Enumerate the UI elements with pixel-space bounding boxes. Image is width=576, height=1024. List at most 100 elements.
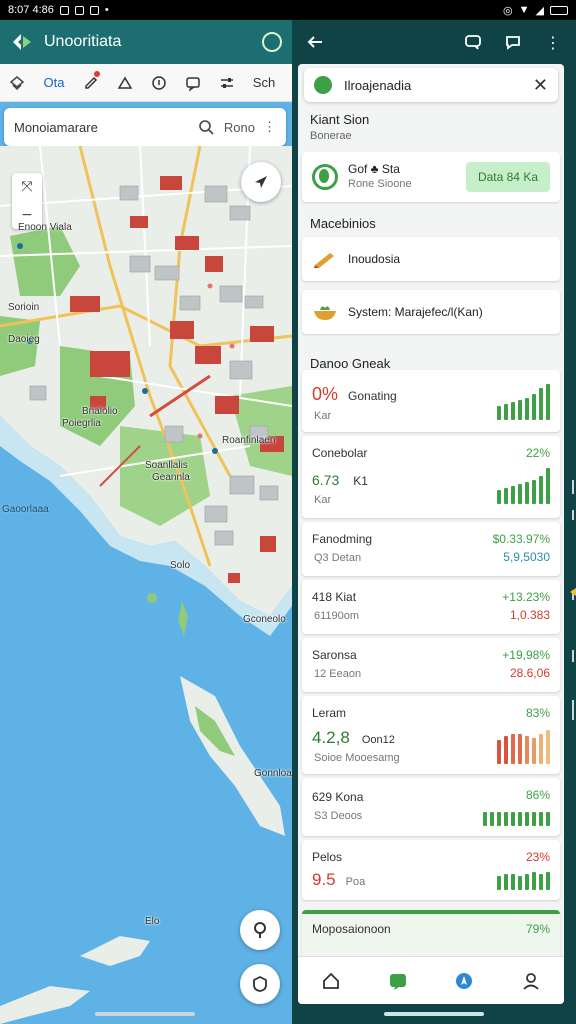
- gesture-bar: [95, 1012, 195, 1016]
- map-label: Solo: [170, 560, 191, 571]
- search-icon[interactable]: [198, 119, 214, 135]
- metric-card[interactable]: Conebolar 22% 6.73 K1 Kar: [302, 436, 560, 518]
- tool-ota[interactable]: Ota: [34, 64, 74, 102]
- comment-tool[interactable]: [176, 64, 210, 102]
- back-arrow-icon[interactable]: [306, 33, 324, 51]
- zoom-control: ⤧ −: [12, 173, 42, 229]
- chat-icon[interactable]: [464, 33, 482, 51]
- metric-sub: 61190om: [314, 610, 360, 622]
- status-bar: 8:07 4:86 • ◎ ▼ ◢: [0, 0, 576, 20]
- leaf-icon: [312, 164, 338, 190]
- dashboard-heading: Danoo Gneak: [310, 356, 391, 371]
- metric-card[interactable]: Saronsa 12 Eeaon +19,98% 28.6,06: [302, 638, 560, 692]
- draw-tool[interactable]: [74, 64, 108, 102]
- nav-home[interactable]: [320, 970, 342, 992]
- metric-sub: Kar: [314, 494, 332, 506]
- location-pin-icon: [254, 922, 266, 938]
- metric-card[interactable]: 0% Gonating Kar: [302, 370, 560, 432]
- metric-bars: [497, 464, 550, 504]
- info-tool[interactable]: [142, 64, 176, 102]
- more-vert-icon[interactable]: ⋮: [263, 119, 276, 135]
- edge-handle: [570, 480, 576, 720]
- metric-title: Moposaionoon: [312, 922, 391, 936]
- metric-percent: 23%: [525, 850, 550, 864]
- close-icon[interactable]: ✕: [533, 75, 548, 96]
- metric-bars: [497, 870, 550, 890]
- metric-label: Poa: [345, 876, 366, 888]
- tool-sch[interactable]: Sch: [244, 64, 284, 102]
- metric-sub: Q3 Detan: [314, 552, 362, 564]
- wifi-icon: ▼: [518, 4, 530, 16]
- map-app-bar: Unooritiata: [0, 20, 292, 64]
- metric-title: Fanodming: [312, 532, 373, 546]
- metric-card[interactable]: Pelos 23% 9.5 Poa: [302, 840, 560, 900]
- screen: 8:07 4:86 • ◎ ▼ ◢ Unooritiata Ota Sch Mo…: [0, 0, 576, 1024]
- settings-icon[interactable]: [262, 32, 282, 52]
- map-label: Geannla: [152, 472, 190, 483]
- tool-ota-label: Ota: [43, 75, 65, 90]
- metric-title: Saronsa: [312, 648, 357, 662]
- metric-card[interactable]: Moposaionoon 79%: [302, 910, 560, 960]
- data-button[interactable]: Data 84 Ka: [465, 162, 550, 192]
- menu-item-label: System: Marajefec/l(Kan): [348, 305, 483, 319]
- comment-icon[interactable]: [504, 33, 522, 51]
- navigate-icon: [456, 972, 473, 989]
- place-card[interactable]: Ilroajenadia ✕: [304, 68, 558, 102]
- map-label: Enoon Viala: [18, 222, 72, 233]
- details-pane: ⋮ Ilroajenadia ✕ Kiant Sion Bonerae Gof …: [292, 20, 576, 1024]
- status-card: Gof ♣ Sta Rone Sioone Data 84 Ka: [302, 152, 560, 202]
- location-title: Kiant Sion: [310, 112, 370, 127]
- nav-profile[interactable]: [520, 970, 542, 992]
- dot-icon: •: [104, 4, 109, 16]
- map-label: Elo: [145, 916, 160, 927]
- metric-label: Oon12: [361, 734, 395, 746]
- sliders-icon: [221, 77, 233, 88]
- zoom-out-icon[interactable]: −: [21, 207, 33, 223]
- metric-title: 629 Kona: [312, 790, 364, 804]
- metric-card[interactable]: 629 Kona S3 Deoos 86%: [302, 778, 560, 836]
- info-icon: [152, 75, 166, 90]
- layers-tool[interactable]: [0, 64, 34, 102]
- metric-card[interactable]: Leram 83% 4.2,8 Oon12 Soioe Mooesamg: [302, 696, 560, 774]
- compass-button[interactable]: [241, 162, 281, 202]
- metric-bars: [497, 724, 550, 764]
- metric-value: 4.2,8: [312, 728, 350, 747]
- metric-card[interactable]: 418 Kiat 61190om +13.23% 1,0.383: [302, 580, 560, 634]
- map-label: Roanfinlaen: [222, 435, 276, 446]
- map-toolbar: Ota Sch: [0, 64, 292, 102]
- metric-percent: +19,98%: [502, 648, 550, 662]
- flower-icon: [314, 76, 332, 94]
- metric-value: 0%: [312, 384, 339, 404]
- gesture-bar: [384, 1012, 484, 1016]
- nav-messages[interactable]: [387, 970, 409, 992]
- metric-value: 6.73: [312, 472, 340, 488]
- map-search-input[interactable]: Monoiamarare: [14, 120, 198, 135]
- layers-button[interactable]: [240, 964, 280, 1004]
- fullscreen-icon[interactable]: ⤧: [21, 179, 32, 195]
- search-filter-label[interactable]: Rono: [224, 120, 255, 135]
- place-title: Ilroajenadia: [344, 77, 412, 93]
- measure-tool[interactable]: [108, 64, 142, 102]
- more-vert-icon[interactable]: ⋮: [544, 33, 562, 52]
- map-canvas[interactable]: [0, 146, 292, 1024]
- battery-icon: [550, 5, 568, 15]
- menu-item[interactable]: System: Marajefec/l(Kan): [302, 290, 560, 334]
- menu-item[interactable]: Inoudosia: [302, 237, 560, 281]
- profile-icon: [523, 972, 539, 990]
- layers-icon: [9, 75, 25, 90]
- metric-percent: +13.23%: [502, 590, 550, 604]
- map-app-title: Unooritiata: [44, 33, 122, 50]
- metric-secondary: 1,0.383: [509, 608, 550, 622]
- signal-icon: ◢: [535, 4, 544, 17]
- message-icon: [89, 5, 99, 15]
- metric-card[interactable]: Fanodming Q3 Detan $0.33.97% 5,9,5030: [302, 522, 560, 576]
- nav-navigate[interactable]: [453, 970, 475, 992]
- sliders-tool[interactable]: [210, 64, 244, 102]
- metric-sub: Kar: [314, 410, 332, 422]
- metric-value: 9.5: [312, 870, 336, 889]
- map-search-bar[interactable]: Monoiamarare Rono ⋮: [4, 108, 286, 146]
- locate-button[interactable]: [240, 910, 280, 950]
- metric-title: Leram: [312, 706, 347, 720]
- clock: 8:07 4:86: [8, 4, 54, 16]
- map-label: Gaoorlaaa: [2, 504, 49, 515]
